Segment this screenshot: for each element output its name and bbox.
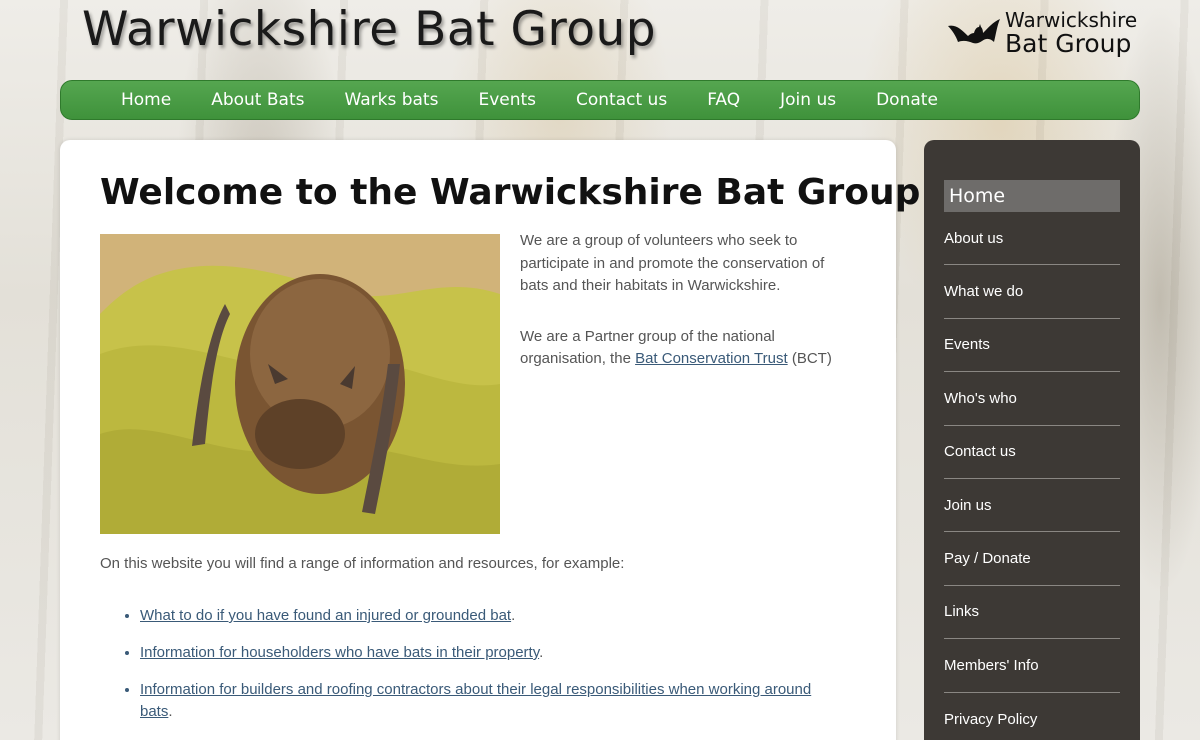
sidebar-item-home[interactable]: Home <box>944 180 1120 212</box>
bct-link[interactable]: Bat Conservation Trust <box>635 350 788 367</box>
intro-paragraph-1: We are a group of volunteers who seek to… <box>520 232 825 294</box>
nav-events[interactable]: Events <box>458 90 556 110</box>
list-item: What to do if you have found an injured … <box>140 605 840 627</box>
intro-p2-suffix: (BCT) <box>787 350 832 367</box>
logo-line1: Warwickshire <box>1005 8 1138 32</box>
injured-bat-link[interactable]: What to do if you have found an injured … <box>140 607 511 624</box>
sidebar-item-whos-who[interactable]: Who's who <box>944 372 1120 426</box>
nav-donate[interactable]: Donate <box>856 90 958 110</box>
logo-line2: Bat Group <box>1005 29 1132 58</box>
list-item: Information for householders who have ba… <box>140 642 840 664</box>
sidebar-item-events[interactable]: Events <box>944 319 1120 373</box>
resources-intro: On this website you will find a range of… <box>100 555 625 572</box>
sidebar-item-join-us[interactable]: Join us <box>944 479 1120 533</box>
logo-text: Warwickshire Bat Group <box>1005 10 1137 56</box>
sidebar-item-about-us[interactable]: About us <box>944 212 1120 266</box>
main-nav: Home About Bats Warks bats Events Contac… <box>60 80 1140 120</box>
logo[interactable]: Warwickshire Bat Group <box>946 10 1142 60</box>
nav-home[interactable]: Home <box>101 90 191 110</box>
nav-faq[interactable]: FAQ <box>687 90 760 110</box>
sidebar-item-members-info[interactable]: Members' Info <box>944 639 1120 693</box>
nav-warks-bats[interactable]: Warks bats <box>324 90 458 110</box>
resource-list: What to do if you have found an injured … <box>140 605 840 738</box>
sidebar: Home About us What we do Events Who's wh… <box>924 140 1140 740</box>
nav-contact-us[interactable]: Contact us <box>556 90 687 110</box>
list-item-suffix: . <box>539 644 544 661</box>
sidebar-list: About us What we do Events Who's who Con… <box>944 212 1120 740</box>
householders-link[interactable]: Information for householders who have ba… <box>140 644 539 661</box>
bat-photo <box>100 234 500 534</box>
builders-link[interactable]: Information for builders and roofing con… <box>140 681 811 720</box>
main-content: Welcome to the Warwickshire Bat Group We… <box>60 140 920 740</box>
bat-photo-illustration <box>100 234 500 534</box>
sidebar-item-contact-us[interactable]: Contact us <box>944 426 1120 479</box>
intro-paragraph-2: We are a Partner group of the national o… <box>520 326 850 371</box>
nav-join-us[interactable]: Join us <box>760 90 856 110</box>
list-item-suffix: . <box>168 703 173 720</box>
sidebar-item-pay-donate[interactable]: Pay / Donate <box>944 532 1120 586</box>
list-item-suffix: . <box>511 607 516 624</box>
sidebar-item-privacy-policy[interactable]: Privacy Policy <box>944 693 1120 740</box>
nav-about-bats[interactable]: About Bats <box>191 90 324 110</box>
intro-text: We are a group of volunteers who seek to… <box>520 230 850 371</box>
site-title[interactable]: Warwickshire Bat Group <box>82 2 656 57</box>
list-item: Information for builders and roofing con… <box>140 679 840 723</box>
bat-icon <box>948 19 1000 44</box>
sidebar-item-what-we-do[interactable]: What we do <box>944 265 1120 319</box>
sidebar-item-links[interactable]: Links <box>944 586 1120 640</box>
page-title: Welcome to the Warwickshire Bat Group <box>100 172 921 213</box>
